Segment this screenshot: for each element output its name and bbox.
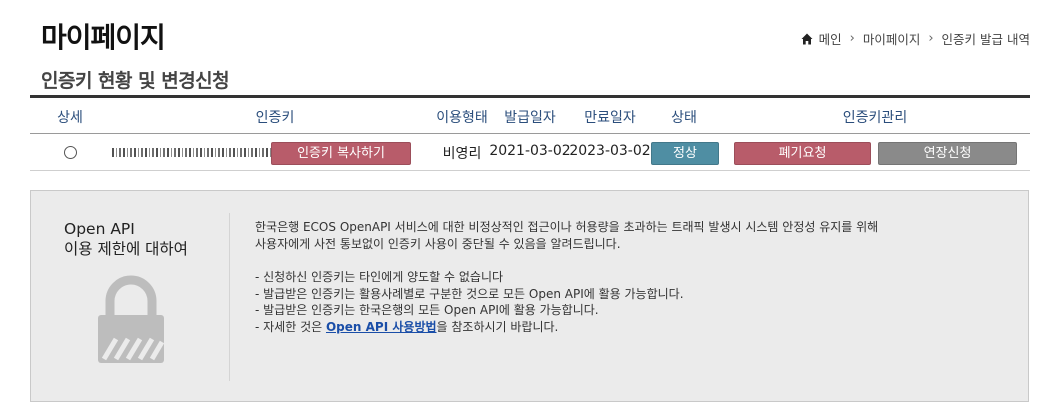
status-badge: 정상 [651, 142, 719, 165]
issued-cell: 2021-03-02 [489, 143, 571, 159]
notice-bullet3: - 발급받은 인증키는 한국은행의 모든 Open API에 활용 가능합니다. [255, 303, 599, 317]
chevron-right-icon: › [849, 31, 855, 46]
copy-key-button[interactable]: 인증키 복사하기 [271, 142, 411, 165]
notice-bullet4-suffix: 을 참조하시기 바랍니다. [436, 319, 559, 334]
notice-bullet2: - 발급받은 인증키는 활용사례별로 구분한 것으로 모든 Open API에 … [255, 286, 684, 301]
masked-api-key [112, 148, 272, 157]
header-usage: 이용형태 [436, 110, 488, 126]
detail-radio[interactable] [64, 146, 77, 159]
breadcrumb: 메인 › 마이페이지 › 인증키 발급 내역 [801, 29, 1030, 48]
page-title: 마이페이지 [41, 21, 166, 54]
header-expiry: 만료일자 [584, 110, 636, 126]
notice-body: 한국은행 ECOS OpenAPI 서비스에 대한 비정상적인 접근이나 허용량… [255, 219, 878, 335]
notice-title-line2: 이용 제한에 대하여 [64, 240, 188, 258]
home-icon[interactable] [801, 33, 813, 45]
lock-icon [98, 275, 165, 363]
breadcrumb-mypage[interactable]: 마이페이지 [863, 29, 921, 48]
notice-bullet4-prefix: - 자세한 것은 [255, 319, 326, 334]
chevron-right-icon: › [928, 31, 934, 46]
table-header: 상세 인증키 이용형태 발급일자 만료일자 상태 인증키관리 [30, 98, 1030, 134]
notice-para1-line2: 사용자에게 사전 통보없이 인증키 사용이 중단될 수 있음을 알려드립니다. [255, 236, 621, 251]
table-row: 인증키 복사하기 비영리 2021-03-02 2023-03-02 정상 폐기… [30, 134, 1030, 171]
notice-bullet1: - 신청하신 인증키는 타인에게 양도할 수 없습니다 [255, 270, 504, 284]
header-issued: 발급일자 [504, 110, 556, 126]
header-detail: 상세 [57, 110, 83, 126]
notice-title-line1: Open API [64, 220, 135, 238]
breadcrumb-home[interactable]: 메인 [819, 29, 842, 48]
section-title: 인증키 현황 및 변경신청 [41, 70, 230, 92]
api-usage-guide-link[interactable]: Open API 사용방법 [326, 320, 437, 334]
header-manage: 인증키관리 [842, 110, 908, 126]
breadcrumb-current: 인증키 발급 내역 [941, 32, 1030, 47]
notice-divider [229, 213, 230, 381]
header-status: 상태 [671, 110, 697, 126]
usage-cell: 비영리 [442, 146, 482, 162]
extend-request-button[interactable]: 연장신청 [878, 142, 1017, 165]
expiry-cell: 2023-03-02 [569, 143, 651, 159]
api-key-table: 상세 인증키 이용형태 발급일자 만료일자 상태 인증키관리 인증키 복사하기 … [30, 95, 1030, 171]
notice-title: Open API 이용 제한에 대하여 [64, 219, 188, 259]
notice-para1-line1: 한국은행 ECOS OpenAPI 서비스에 대한 비정상적인 접근이나 허용량… [255, 220, 879, 234]
usage-limit-notice: Open API 이용 제한에 대하여 한국은행 ECOS OpenAPI 서비… [30, 190, 1029, 402]
discard-request-button[interactable]: 폐기요청 [734, 142, 871, 165]
notice-bullet4: - 자세한 것은 Open API 사용방법을 참조하시기 바랍니다. [255, 319, 878, 336]
header-key: 인증키 [255, 110, 295, 126]
